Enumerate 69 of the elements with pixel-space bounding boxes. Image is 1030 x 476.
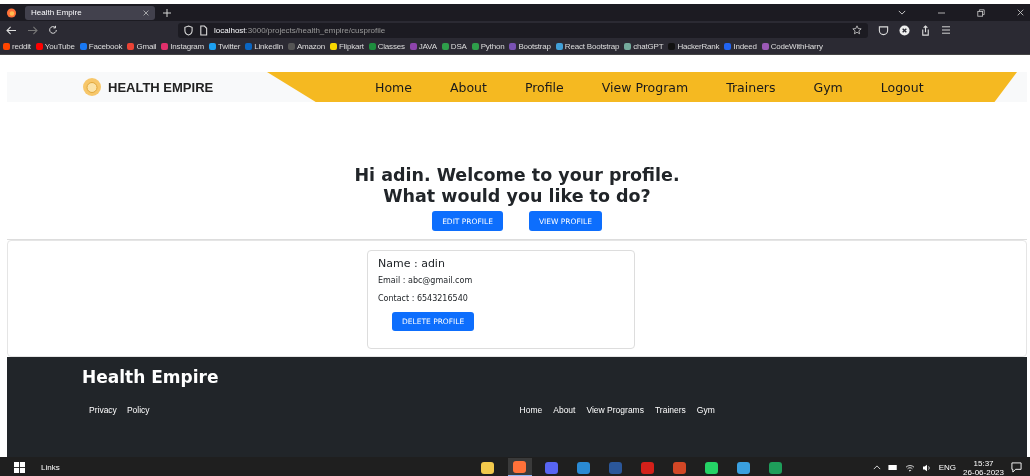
bookmark-item[interactable]: React Bootstrap — [555, 42, 620, 51]
bookmark-item[interactable]: Bootstrap — [509, 42, 551, 51]
clock-date[interactable]: 26-06-2023 — [963, 467, 1004, 476]
browser-tab[interactable]: Health Empire — [25, 5, 155, 20]
shield-icon — [184, 24, 193, 36]
links-toolbar[interactable]: Links — [41, 463, 60, 472]
nav-link[interactable]: Gym — [813, 79, 843, 95]
bookmark-item[interactable]: Indeed — [724, 42, 757, 51]
back-arrow-icon[interactable] — [6, 25, 17, 35]
bookmark-item[interactable]: Gmail — [127, 42, 157, 51]
page-icon — [199, 24, 208, 36]
bookmark-item[interactable]: LinkedIn — [245, 42, 283, 51]
speaker-icon[interactable] — [921, 463, 932, 472]
restore-icon[interactable] — [977, 8, 985, 17]
footer-link[interactable]: View Programs — [586, 405, 644, 415]
chevron-up-icon[interactable] — [872, 465, 881, 470]
footer-link[interactable]: About — [553, 405, 576, 415]
bookmark-item[interactable]: JAVA — [409, 42, 437, 51]
bookmark-item[interactable]: Facebook — [79, 42, 123, 51]
welcome-question: What would you like to do? — [383, 186, 651, 207]
bookmark-item[interactable]: Twitter — [209, 42, 241, 51]
bookmark-item[interactable]: CodeWithHarry — [761, 42, 823, 51]
browser-logo-icon[interactable] — [6, 7, 17, 18]
chevron-down-icon[interactable] — [898, 10, 906, 15]
share-icon[interactable] — [920, 24, 931, 36]
clock-time[interactable]: 15:37 — [973, 458, 994, 468]
plus-icon[interactable] — [163, 8, 171, 17]
bookmark-item[interactable]: chatGPT — [624, 42, 664, 51]
footer-link[interactable]: Gym — [696, 405, 715, 415]
star-icon[interactable] — [852, 25, 862, 35]
battery-icon[interactable] — [887, 464, 898, 471]
bookmark-item[interactable]: Classes — [368, 42, 405, 51]
nav-link[interactable]: Home — [375, 79, 412, 95]
nav-link[interactable]: Logout — [880, 79, 924, 95]
close-icon[interactable] — [1017, 9, 1024, 16]
menu-icon[interactable] — [941, 26, 951, 34]
brand-name[interactable]: HEALTH EMPIRE — [108, 79, 214, 95]
language-indicator[interactable]: ENG — [938, 463, 957, 472]
notification-icon[interactable] — [1011, 462, 1022, 473]
wifi-icon[interactable] — [904, 463, 915, 472]
url-text: localhost:3000/projects/health_empire/cusprofile — [214, 25, 386, 35]
footer-link[interactable]: Trainers — [654, 405, 686, 415]
bookmark-item[interactable]: reddit — [3, 42, 31, 51]
bookmark-item[interactable]: YouTube — [35, 42, 75, 51]
minimize-icon[interactable] — [938, 11, 945, 14]
bookmark-item[interactable]: HackerRank — [668, 42, 720, 51]
address-bar[interactable]: localhost:3000/projects/health_empire/cusprofile — [178, 22, 868, 38]
nav-link[interactable]: View Program — [601, 79, 689, 95]
footer-title: Health Empire — [82, 367, 220, 387]
bookmark-item[interactable]: Python — [471, 42, 505, 51]
bookmark-item[interactable]: Flipkart — [330, 42, 364, 51]
close-icon[interactable] — [143, 9, 149, 16]
nav-link[interactable]: Trainers — [726, 79, 776, 95]
profile-email: Email : abc@gmail.com — [378, 276, 473, 285]
forward-arrow-icon[interactable] — [27, 25, 38, 35]
bookmark-item[interactable]: Instagram — [161, 42, 205, 51]
nav-link[interactable]: Profile — [524, 79, 564, 95]
welcome-heading: Hi adin. Welcome to your profile. — [354, 165, 680, 186]
taskbar-app-icon[interactable] — [507, 458, 532, 476]
footer-link[interactable]: Policy — [126, 405, 150, 415]
profile-contact: Contact : 6543216540 — [378, 294, 468, 303]
reload-icon[interactable] — [48, 25, 58, 35]
windows-start-icon[interactable] — [14, 462, 25, 473]
bookmark-item[interactable]: DSA — [441, 42, 467, 51]
bookmark-item[interactable]: Amazon — [287, 42, 326, 51]
footer-link[interactable]: Home — [519, 405, 543, 415]
profile-name: Name : adin — [378, 257, 445, 270]
footer-link[interactable]: Privacy — [89, 405, 117, 415]
nav-link[interactable]: About — [449, 79, 487, 95]
